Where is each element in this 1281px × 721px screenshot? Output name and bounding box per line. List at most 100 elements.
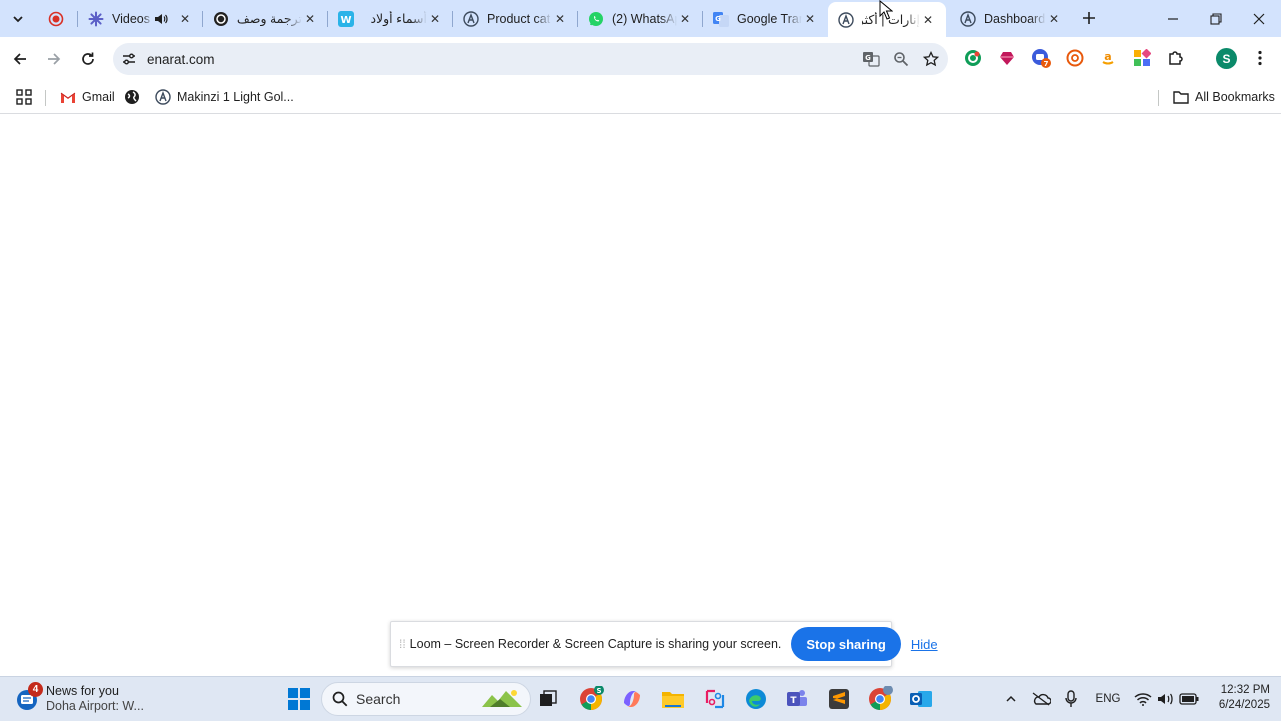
close-icon[interactable]: ✕ — [427, 11, 443, 27]
browser-toolbar: enarat.com G 7 a S — [0, 37, 1281, 81]
search-label: Search — [356, 691, 401, 707]
tab-strip: Videos ✕ ترجمة وصف ✕ W أسماء أولاد ✕ Pro… — [0, 0, 1281, 37]
tab-loom[interactable] — [38, 4, 78, 33]
teams-icon[interactable]: T — [782, 684, 812, 714]
reload-button[interactable] — [74, 45, 102, 73]
show-hidden-icons-button[interactable] — [1002, 689, 1020, 709]
start-button[interactable] — [284, 684, 314, 714]
search-icon — [332, 691, 348, 707]
chevron-down-icon — [13, 16, 23, 23]
tab-title: أسماء أولاد — [370, 12, 427, 26]
clock-date: 6/24/2025 — [1218, 699, 1270, 711]
task-view-icon[interactable] — [533, 684, 563, 714]
svg-text:W: W — [340, 15, 351, 26]
copilot-icon[interactable] — [617, 684, 647, 714]
news-title: News for you — [46, 684, 119, 698]
bookmark-globe[interactable] — [124, 85, 146, 109]
chrome-taskbar-icon[interactable]: S — [576, 684, 606, 714]
extension-icon-1[interactable] — [962, 47, 984, 69]
extensions-puzzle-icon[interactable] — [1165, 47, 1187, 69]
onedrive-icon[interactable] — [1030, 689, 1052, 709]
forward-button[interactable] — [40, 45, 68, 73]
hide-banner-link[interactable]: Hide — [911, 637, 938, 652]
arrow-left-icon — [13, 53, 26, 65]
outlook-icon[interactable] — [906, 684, 936, 714]
edge-icon[interactable] — [741, 684, 771, 714]
windows-logo-icon — [288, 688, 310, 710]
bookmark-star-icon[interactable] — [918, 46, 944, 72]
translate-page-icon[interactable]: G — [858, 46, 884, 72]
svg-text:T: T — [790, 696, 797, 706]
arrow-right-icon — [48, 53, 61, 65]
url-text[interactable]: enarat.com — [147, 52, 858, 67]
site-a-icon — [463, 10, 479, 27]
svg-text:a: a — [1104, 50, 1111, 63]
tab-product-cat[interactable]: Product cat ✕ — [453, 4, 578, 33]
extension-icon-5[interactable]: a — [1097, 47, 1119, 69]
tab-names[interactable]: W أسماء أولاد ✕ — [328, 4, 453, 33]
apps-button[interactable] — [16, 85, 32, 109]
bookmark-gmail[interactable]: Gmail — [60, 85, 115, 109]
volume-icon[interactable] — [1156, 689, 1176, 709]
bookmark-label: Gmail — [82, 90, 115, 104]
battery-icon[interactable] — [1179, 689, 1199, 709]
snipping-tool-icon[interactable] — [700, 684, 730, 714]
extension-icon-6[interactable] — [1131, 47, 1153, 69]
all-bookmarks-button[interactable]: All Bookmarks — [1173, 85, 1275, 109]
tab-title: ترجمة وصف — [237, 12, 302, 26]
back-button[interactable] — [6, 45, 34, 73]
tab-title: (2) WhatsApp — [612, 11, 677, 26]
minimize-button[interactable] — [1152, 0, 1194, 37]
stop-sharing-button[interactable]: Stop sharing — [791, 627, 901, 661]
file-explorer-icon[interactable] — [658, 684, 688, 714]
extension-icon-3[interactable]: 7 — [1030, 47, 1052, 69]
tab-translation[interactable]: ترجمة وصف ✕ — [203, 4, 328, 33]
close-window-button[interactable] — [1238, 0, 1280, 37]
tab-whatsapp[interactable]: (2) WhatsApp ✕ — [578, 4, 703, 33]
close-icon[interactable]: ✕ — [302, 11, 318, 27]
close-icon[interactable]: ✕ — [677, 11, 693, 27]
close-icon[interactable]: ✕ — [802, 11, 818, 27]
close-icon[interactable]: ✕ — [920, 12, 936, 28]
chevron-up-icon — [1006, 695, 1016, 702]
bookmark-label: Makinzi 1 Light Gol... — [177, 90, 294, 104]
drag-handle-icon[interactable]: ⁞⁞ — [399, 637, 406, 651]
svg-text:G: G — [715, 15, 721, 23]
site-settings-icon[interactable] — [115, 45, 143, 73]
taskbar-search[interactable]: Search — [321, 682, 531, 716]
extension-icon-4[interactable] — [1064, 47, 1086, 69]
tab-videos[interactable]: Videos ✕ — [78, 4, 203, 33]
clock-time: 12:32 PM — [1220, 684, 1270, 696]
restore-button[interactable] — [1195, 0, 1237, 37]
extension-icon-2[interactable] — [996, 47, 1018, 69]
google-translate-icon: G — [713, 11, 729, 27]
apps-grid-icon — [16, 89, 32, 105]
language-indicator[interactable]: ENG — [1093, 689, 1123, 709]
close-icon[interactable]: ✕ — [177, 11, 193, 27]
close-icon[interactable]: ✕ — [1046, 11, 1062, 27]
reload-icon — [82, 52, 94, 65]
site-a-icon — [838, 11, 854, 28]
zoom-icon[interactable] — [888, 46, 914, 72]
profile-avatar[interactable]: S — [1216, 48, 1237, 69]
speaker-icon[interactable] — [153, 11, 169, 27]
wifi-icon[interactable] — [1133, 689, 1153, 709]
bookmarks-separator — [45, 90, 46, 106]
sublime-text-icon[interactable] — [824, 684, 854, 714]
close-icon[interactable]: ✕ — [552, 11, 568, 27]
chrome-menu-button[interactable] — [1249, 47, 1271, 69]
new-tab-button[interactable] — [1078, 7, 1100, 29]
site-a-icon — [960, 10, 976, 27]
videos-icon — [88, 11, 104, 27]
tab-search-button[interactable] — [6, 7, 30, 31]
news-widget[interactable]: 4 News for you Doha Airport: W... — [14, 681, 144, 717]
bookmark-makinzi[interactable]: Makinzi 1 Light Gol... — [155, 85, 294, 109]
tab-google-translate[interactable]: G Google Translate ✕ — [703, 4, 828, 33]
screen-sharing-banner: ⁞⁞ Loom – Screen Recorder & Screen Captu… — [390, 621, 938, 667]
system-clock[interactable]: 12:32 PM 6/24/2025 — [1208, 683, 1270, 713]
address-bar[interactable]: enarat.com G — [113, 43, 948, 75]
chrome-second-icon[interactable] — [865, 684, 895, 714]
tab-dashboard[interactable]: Dashboard ✕ — [950, 4, 1072, 33]
microphone-icon[interactable] — [1062, 689, 1080, 709]
windows-taskbar: 4 News for you Doha Airport: W... Search… — [0, 676, 1281, 721]
